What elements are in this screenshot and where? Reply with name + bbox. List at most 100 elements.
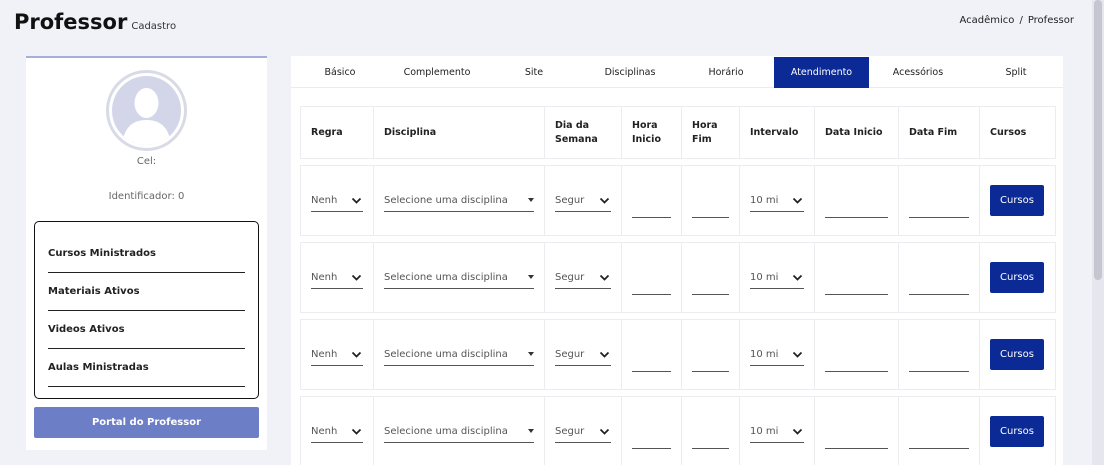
regra-select[interactable]: Nenh xyxy=(311,267,363,289)
hora-fim-input[interactable] xyxy=(692,349,729,372)
cell-intervalo: 10 mi xyxy=(739,319,815,390)
cursos-button[interactable]: Cursos xyxy=(990,262,1044,293)
identifier-value: 0 xyxy=(178,191,185,202)
breadcrumb: Acadêmico / Professor xyxy=(960,15,1075,26)
cell-cursos: Cursos xyxy=(979,165,1056,236)
disciplina-select[interactable]: Selecione uma disciplina xyxy=(384,267,534,289)
breadcrumb-item-academico[interactable]: Acadêmico xyxy=(960,15,1015,26)
tab-horario[interactable]: Horário xyxy=(686,56,766,88)
disciplina-select-value: Selecione uma disciplina xyxy=(384,194,508,206)
cell-disciplina: Selecione uma disciplina xyxy=(373,242,545,313)
tab-basico[interactable]: Básico xyxy=(301,56,379,88)
portal-professor-button[interactable]: Portal do Professor xyxy=(34,407,259,438)
cell-intervalo: 10 mi xyxy=(739,396,815,465)
data-fim-input[interactable] xyxy=(909,349,969,372)
cursos-button[interactable]: Cursos xyxy=(990,339,1044,370)
chevron-down-icon xyxy=(351,351,362,358)
hora-inicio-input[interactable] xyxy=(632,195,671,218)
page-title: Professor Cadastro xyxy=(14,10,176,34)
dia-semana-select-value: Segur xyxy=(555,425,585,437)
column-header-data-inicio: Data Inicio xyxy=(814,106,899,159)
table-row: Nenh Selecione uma disciplina Segur 10 m… xyxy=(300,396,1056,465)
cell-regra: Nenh xyxy=(300,396,374,465)
data-fim-input[interactable] xyxy=(909,195,969,218)
cell-dia-semana: Segur xyxy=(544,319,622,390)
avatar-placeholder-icon xyxy=(112,76,181,145)
hora-inicio-input[interactable] xyxy=(632,349,671,372)
profile-card: Cel: Identificador: 0 Cursos Ministrados… xyxy=(26,56,267,450)
hora-fim-input[interactable] xyxy=(692,272,729,295)
intervalo-select[interactable]: 10 mi xyxy=(750,267,804,289)
cell-intervalo: 10 mi xyxy=(739,165,815,236)
cell-hora-fim xyxy=(681,396,740,465)
cell-disciplina: Selecione uma disciplina xyxy=(373,396,545,465)
chevron-down-icon xyxy=(792,351,803,358)
intervalo-select[interactable]: 10 mi xyxy=(750,190,804,212)
row-spacer xyxy=(300,158,1056,166)
cell-hora-fim xyxy=(681,242,740,313)
data-inicio-input[interactable] xyxy=(825,426,888,449)
cell-data-fim xyxy=(898,396,980,465)
table-row: Nenh Selecione uma disciplina Segur 10 m… xyxy=(300,319,1056,390)
data-inicio-input[interactable] xyxy=(825,195,888,218)
chevron-down-icon xyxy=(599,274,610,281)
data-fim-input[interactable] xyxy=(909,272,969,295)
column-header-disciplina: Disciplina xyxy=(373,106,545,159)
main-panel: Básico Complemento Site Disciplinas Horá… xyxy=(291,56,1063,465)
regra-select[interactable]: Nenh xyxy=(311,344,363,366)
stat-cursos-ministrados: Cursos Ministrados xyxy=(48,222,245,273)
cell-data-fim xyxy=(898,319,980,390)
intervalo-select[interactable]: 10 mi xyxy=(750,421,804,443)
hora-fim-input[interactable] xyxy=(692,195,729,218)
regra-select[interactable]: Nenh xyxy=(311,421,363,443)
dia-semana-select[interactable]: Segur xyxy=(555,344,611,366)
hora-inicio-input[interactable] xyxy=(632,426,671,449)
chevron-down-icon xyxy=(351,197,362,204)
page-subtitle: Cadastro xyxy=(131,21,177,32)
tab-site[interactable]: Site xyxy=(501,56,567,88)
table-header-row: Regra Disciplina Dia da Semana Hora Inic… xyxy=(300,106,1056,159)
cel-label: Cel: xyxy=(136,156,157,167)
column-header-dia-semana: Dia da Semana xyxy=(544,106,622,159)
regra-select[interactable]: Nenh xyxy=(311,190,363,212)
tab-atendimento[interactable]: Atendimento xyxy=(774,57,869,88)
disciplina-select[interactable]: Selecione uma disciplina xyxy=(384,344,534,366)
row-spacer-cell xyxy=(300,158,1056,166)
row-spacer-cell xyxy=(300,235,1056,243)
cursos-button[interactable]: Cursos xyxy=(990,185,1044,216)
cell-dia-semana: Segur xyxy=(544,396,622,465)
table-row: Nenh Selecione uma disciplina Segur 10 m… xyxy=(300,165,1056,236)
tab-disciplinas[interactable]: Disciplinas xyxy=(591,56,669,88)
cursos-button[interactable]: Cursos xyxy=(990,416,1044,447)
breadcrumb-separator: / xyxy=(1019,15,1023,26)
tab-acessorios[interactable]: Acessórios xyxy=(881,56,955,88)
data-inicio-input[interactable] xyxy=(825,349,888,372)
dia-semana-select-value: Segur xyxy=(555,271,585,283)
atendimento-table: Regra Disciplina Dia da Semana Hora Inic… xyxy=(300,106,1056,465)
page-title-text: Professor xyxy=(14,10,128,34)
disciplina-select-value: Selecione uma disciplina xyxy=(384,271,508,283)
cell-data-inicio xyxy=(814,242,899,313)
hora-fim-input[interactable] xyxy=(692,426,729,449)
tab-bar: Básico Complemento Site Disciplinas Horá… xyxy=(291,56,1063,88)
dia-semana-select-value: Segur xyxy=(555,194,585,206)
cell-regra: Nenh xyxy=(300,242,374,313)
tab-split[interactable]: Split xyxy=(981,56,1051,88)
tab-complemento[interactable]: Complemento xyxy=(391,56,483,88)
data-fim-input[interactable] xyxy=(909,426,969,449)
cell-hora-inicio xyxy=(621,396,682,465)
data-inicio-input[interactable] xyxy=(825,272,888,295)
dia-semana-select[interactable]: Segur xyxy=(555,421,611,443)
disciplina-select[interactable]: Selecione uma disciplina xyxy=(384,421,534,443)
intervalo-select[interactable]: 10 mi xyxy=(750,344,804,366)
scrollbar-thumb[interactable] xyxy=(1094,0,1102,280)
hora-inicio-input[interactable] xyxy=(632,272,671,295)
dia-semana-select-value: Segur xyxy=(555,348,585,360)
avatar[interactable] xyxy=(106,70,187,151)
column-header-intervalo: Intervalo xyxy=(739,106,815,159)
page-scrollbar[interactable] xyxy=(1092,0,1104,465)
dia-semana-select[interactable]: Segur xyxy=(555,267,611,289)
disciplina-select[interactable]: Selecione uma disciplina xyxy=(384,190,534,212)
caret-down-icon xyxy=(528,198,534,202)
dia-semana-select[interactable]: Segur xyxy=(555,190,611,212)
